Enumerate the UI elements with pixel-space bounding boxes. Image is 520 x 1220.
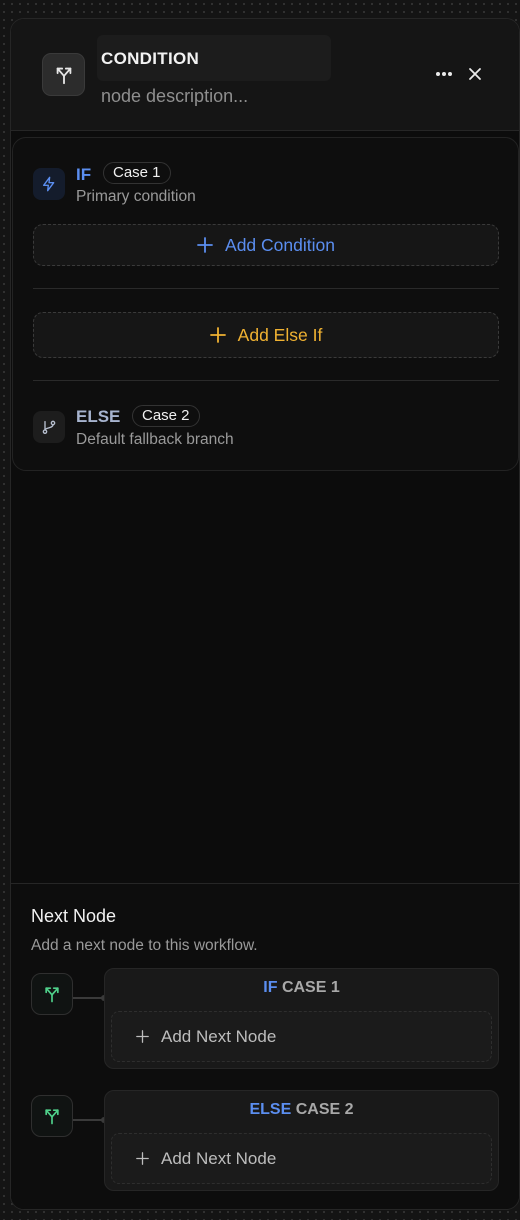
split-arrows-icon: [42, 53, 85, 96]
node-title[interactable]: CONDITION: [101, 49, 199, 69]
plus-icon: [136, 1030, 149, 1043]
add-next-node-label: Add Next Node: [161, 1026, 277, 1046]
close-icon: [469, 68, 481, 80]
split-arrows-icon: [31, 973, 73, 1015]
condition-node-panel: CONDITION node description... IF Case 1 …: [10, 18, 520, 1210]
plus-icon: [136, 1152, 149, 1165]
else-case-badge: Case 2: [132, 405, 200, 427]
add-next-node-label: Add Next Node: [161, 1148, 277, 1168]
divider: [33, 288, 499, 289]
if-case-badge: Case 1: [103, 162, 171, 184]
target-keyword: IF: [263, 979, 278, 996]
git-branch-icon: [33, 411, 65, 443]
if-subtitle: Primary condition: [76, 188, 196, 205]
plus-icon: [197, 237, 213, 253]
if-keyword: IF: [76, 165, 92, 184]
target-keyword: ELSE: [249, 1101, 292, 1118]
connector-line: [73, 995, 107, 1001]
target-heading: IF CASE 1: [105, 979, 498, 997]
add-else-if-button[interactable]: Add Else If: [33, 312, 499, 358]
condition-branches-card: IF Case 1 Primary condition Add Conditio…: [12, 137, 519, 471]
more-horizontal-icon: [436, 72, 452, 76]
node-description-input[interactable]: node description...: [101, 86, 248, 107]
else-subtitle: Default fallback branch: [76, 431, 234, 448]
target-case: CASE 2: [295, 1101, 354, 1118]
next-node-section: Next Node Add a next node to this workfl…: [11, 883, 519, 1209]
add-condition-button[interactable]: Add Condition: [33, 224, 499, 266]
add-next-node-button[interactable]: Add Next Node: [111, 1133, 492, 1184]
next-node-target-if: IF CASE 1 Add Next Node: [104, 968, 499, 1069]
add-next-node-button[interactable]: Add Next Node: [111, 1011, 492, 1062]
next-node-subtitle: Add a next node to this workflow.: [31, 937, 258, 954]
target-heading: ELSE CASE 2: [105, 1101, 498, 1119]
plus-icon: [209, 327, 226, 343]
else-keyword: ELSE: [76, 407, 121, 426]
next-node-title: Next Node: [31, 906, 117, 926]
connector-line: [73, 1117, 107, 1123]
lightning-icon: [33, 168, 65, 200]
panel-header: CONDITION node description...: [11, 19, 519, 131]
close-button[interactable]: [463, 62, 487, 86]
next-node-target-else: ELSE CASE 2 Add Next Node: [104, 1090, 499, 1191]
target-case: CASE 1: [281, 979, 340, 996]
add-condition-label: Add Condition: [225, 234, 335, 255]
more-options-button[interactable]: [431, 63, 457, 85]
add-else-if-label: Add Else If: [237, 324, 323, 345]
divider: [33, 380, 499, 381]
split-arrows-icon: [31, 1095, 73, 1137]
